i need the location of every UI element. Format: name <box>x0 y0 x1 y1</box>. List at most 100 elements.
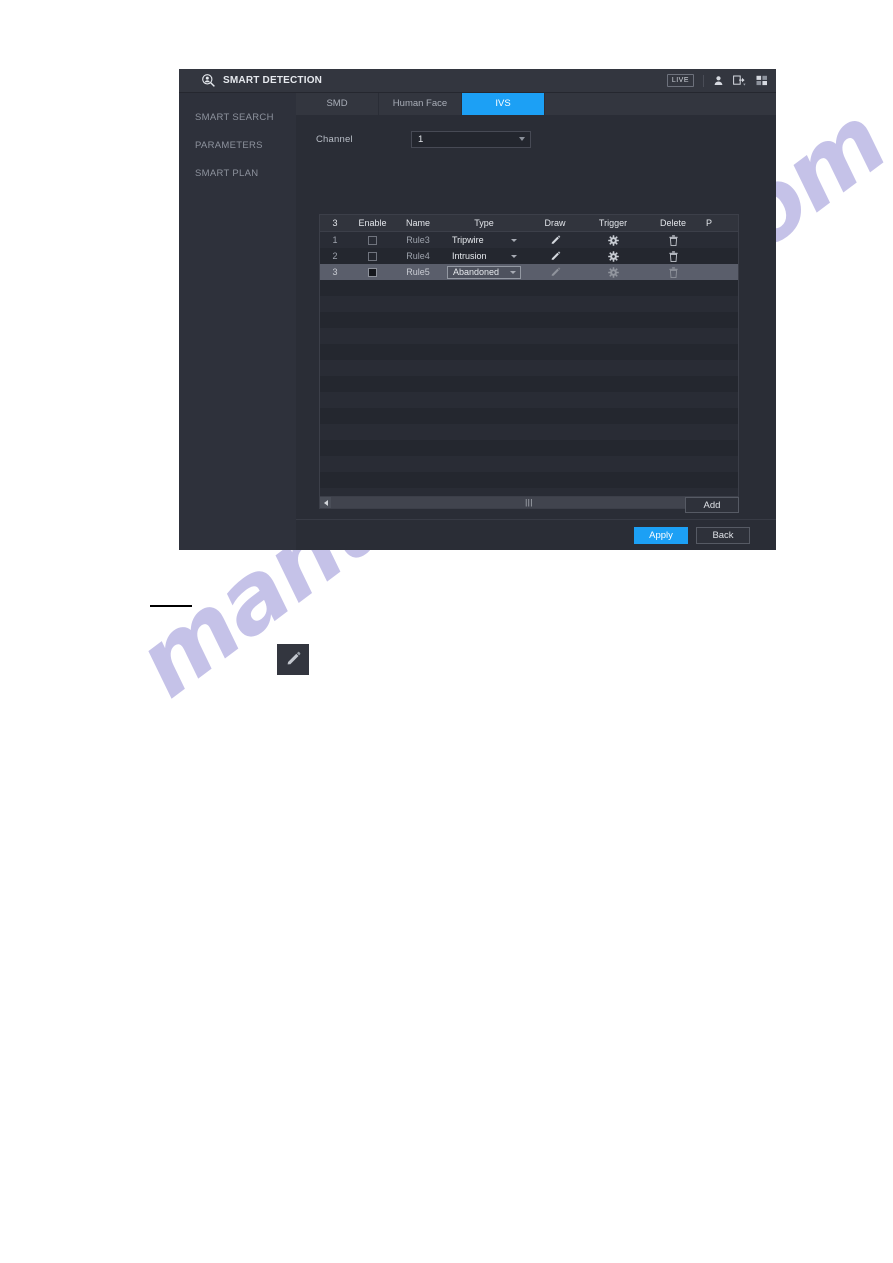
table-row-empty[interactable] <box>320 408 738 424</box>
column-header-partial: P <box>706 218 713 228</box>
table-row-empty[interactable] <box>320 328 738 344</box>
table-row-empty[interactable] <box>320 456 738 472</box>
enable-checkbox[interactable] <box>368 268 377 278</box>
trash-icon <box>668 234 678 246</box>
tab-bar-filler <box>545 93 776 115</box>
table-row[interactable]: 3 Rule5 Abandoned <box>320 264 738 280</box>
document-rule <box>150 605 192 607</box>
row-name: Rule3 <box>406 235 430 245</box>
channel-select[interactable]: 1 <box>411 130 531 148</box>
tab-bar: SMD Human Face IVS <box>296 93 776 115</box>
column-header-type: Type <box>474 218 494 228</box>
table-row-empty[interactable] <box>320 440 738 456</box>
table-row-empty[interactable] <box>320 344 738 360</box>
sidebar: SMART SEARCH PARAMETERS SMART PLAN <box>179 93 296 550</box>
page-canvas: manualshive.com SMART DETECTION LIVE <box>0 0 893 1263</box>
row-index: 3 <box>332 267 338 277</box>
pencil-icon <box>285 651 302 668</box>
column-header-index: 3 <box>332 218 338 228</box>
column-header-trigger: Trigger <box>598 218 628 228</box>
row-draw-button[interactable] <box>527 266 583 277</box>
row-delete-button[interactable] <box>643 266 703 278</box>
sidebar-item-smart-search[interactable]: SMART SEARCH <box>179 106 296 129</box>
window-footer: Apply Back <box>296 519 776 550</box>
channel-select-value: 1 <box>418 133 424 145</box>
row-draw-button[interactable] <box>527 250 583 261</box>
row-type-cell[interactable]: Intrusion <box>441 250 527 263</box>
live-badge: LIVE <box>666 73 694 88</box>
apply-button[interactable]: Apply <box>634 526 688 544</box>
content-area: SMD Human Face IVS Channel 1 3 Enable Na… <box>296 93 776 550</box>
column-header-draw: Draw <box>544 218 566 228</box>
row-type-cell[interactable]: Abandoned <box>441 265 527 279</box>
titlebar-divider <box>703 74 704 87</box>
row-draw-button[interactable] <box>527 234 583 245</box>
titlebar-left: SMART DETECTION <box>179 73 322 88</box>
table-row-empty[interactable] <box>320 488 738 496</box>
table-row-empty[interactable] <box>320 424 738 440</box>
window-body: SMART SEARCH PARAMETERS SMART PLAN SMD H… <box>179 93 776 550</box>
table-row-empty[interactable] <box>320 360 738 376</box>
chevron-down-icon <box>519 137 525 141</box>
table-row-empty[interactable] <box>320 392 738 408</box>
type-select-value: Abandoned <box>453 267 500 277</box>
type-select-value: Tripwire <box>452 235 484 245</box>
type-select[interactable]: Abandoned <box>447 265 521 279</box>
table-row-empty[interactable] <box>320 280 738 296</box>
layout-grid-icon[interactable] <box>756 75 768 86</box>
row-type-cell[interactable]: Tripwire <box>441 234 527 247</box>
ivs-panel: Channel 1 3 Enable Name Type Draw Trigge… <box>296 115 776 519</box>
rules-table: 3 Enable Name Type Draw Trigger Delete P… <box>319 214 739 509</box>
sidebar-item-parameters[interactable]: PARAMETERS <box>179 134 296 157</box>
type-select-value: Intrusion <box>452 251 487 261</box>
titlebar-right: LIVE <box>666 69 768 92</box>
table-row-empty[interactable] <box>320 376 738 392</box>
enable-checkbox[interactable] <box>368 252 377 262</box>
logout-icon[interactable] <box>733 75 747 86</box>
row-name: Rule4 <box>406 251 430 261</box>
pencil-icon-button[interactable] <box>277 644 309 675</box>
row-delete-button[interactable] <box>643 250 703 262</box>
table-row-empty[interactable] <box>320 296 738 312</box>
row-name: Rule5 <box>406 267 430 277</box>
chevron-down-icon <box>510 270 516 274</box>
rules-table-body: 1 Rule3 Tripwire 2 Rule4 Intrusion 3 Rule5 Aband… <box>320 232 738 496</box>
enable-checkbox[interactable] <box>368 236 377 246</box>
table-row-empty[interactable] <box>320 472 738 488</box>
column-header-name: Name <box>405 218 430 228</box>
table-row[interactable]: 2 Rule4 Intrusion <box>320 248 738 264</box>
rules-table-header: 3 Enable Name Type Draw Trigger Delete P <box>320 215 738 232</box>
window-title: SMART DETECTION <box>223 75 323 86</box>
tab-smd[interactable]: SMD <box>296 93 378 115</box>
window-titlebar: SMART DETECTION LIVE <box>179 69 776 93</box>
type-select[interactable]: Intrusion <box>447 250 521 263</box>
tab-human-face[interactable]: Human Face <box>379 93 461 115</box>
gear-icon <box>607 234 619 246</box>
row-delete-button[interactable] <box>643 234 703 246</box>
trash-icon <box>668 250 678 262</box>
add-button[interactable]: Add <box>685 497 739 513</box>
back-button[interactable]: Back <box>696 526 750 544</box>
row-enable-cell[interactable] <box>350 267 395 278</box>
channel-label: Channel <box>316 133 353 145</box>
gear-icon <box>607 250 619 262</box>
user-icon[interactable] <box>713 75 724 86</box>
row-enable-cell[interactable] <box>350 235 395 246</box>
type-select[interactable]: Tripwire <box>447 234 521 247</box>
tab-ivs[interactable]: IVS <box>462 93 544 115</box>
row-trigger-button[interactable] <box>583 234 643 246</box>
channel-field-row: Channel 1 <box>316 129 776 149</box>
row-trigger-button[interactable] <box>583 266 643 278</box>
trash-icon <box>668 266 678 278</box>
row-trigger-button[interactable] <box>583 250 643 262</box>
column-header-enable: Enable <box>358 218 387 228</box>
sidebar-item-smart-plan[interactable]: SMART PLAN <box>179 162 296 185</box>
add-button-row: Add <box>319 497 739 513</box>
pencil-icon <box>550 267 561 278</box>
column-header-delete: Delete <box>659 218 686 228</box>
chevron-down-icon <box>511 254 517 258</box>
table-row[interactable]: 1 Rule3 Tripwire <box>320 232 738 248</box>
table-row-empty[interactable] <box>320 312 738 328</box>
row-enable-cell[interactable] <box>350 251 395 262</box>
smart-detection-icon <box>201 73 216 88</box>
